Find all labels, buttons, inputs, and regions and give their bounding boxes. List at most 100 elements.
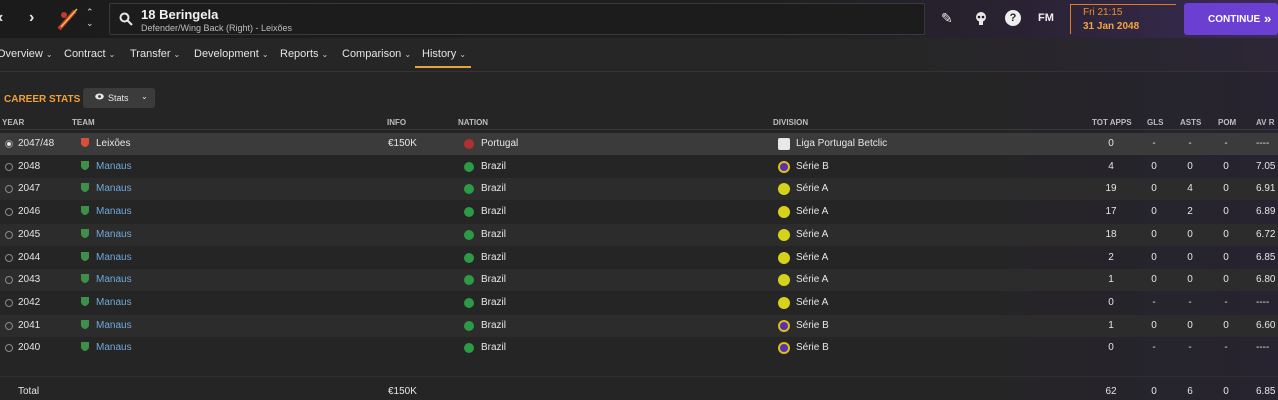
table-row[interactable]: 2041 Manaus Brazil Série B 1 0 0 0 6.60 bbox=[0, 314, 1278, 337]
year-cell: 2047/48 bbox=[18, 138, 55, 149]
tab-contract[interactable]: Contract ⌄ bbox=[64, 48, 115, 60]
back-arrow-icon[interactable]: ‹ bbox=[0, 9, 3, 27]
table-row[interactable]: 2046 Manaus Brazil Série A 17 0 2 0 6.89 bbox=[0, 201, 1278, 223]
table-row[interactable]: 2044 Manaus Brazil Série A 2 0 0 0 6.85 bbox=[0, 247, 1278, 269]
tab-transfer[interactable]: Transfer ⌄ bbox=[130, 48, 180, 60]
club-crest-icon[interactable] bbox=[55, 5, 81, 33]
search-icon[interactable] bbox=[119, 12, 133, 26]
continue-arrows-icon: » bbox=[1264, 11, 1272, 26]
row-radio[interactable] bbox=[5, 230, 13, 239]
division-cell[interactable]: Série A bbox=[796, 206, 828, 217]
division-cell[interactable]: Série B bbox=[796, 342, 829, 353]
table-row[interactable]: 2048 Manaus Brazil Série B 4 0 0 0 7.05 bbox=[0, 156, 1278, 178]
team-link[interactable]: Manaus bbox=[96, 161, 132, 172]
table-row[interactable]: 2045 Manaus Brazil Série A 18 0 0 0 6.72 bbox=[0, 223, 1278, 246]
division-cell[interactable]: Série A bbox=[796, 183, 828, 194]
section-title: CAREER STATS bbox=[4, 94, 81, 105]
nation-flag-icon bbox=[464, 184, 474, 195]
col-header-division[interactable]: DIVISION bbox=[773, 118, 808, 127]
gls-cell: 0 bbox=[1151, 274, 1157, 286]
table-row[interactable]: 2040 Manaus Brazil Série B 0- - - ---- bbox=[0, 337, 1278, 359]
scout-icon[interactable] bbox=[974, 11, 988, 25]
stats-view-dropdown[interactable]: Stats ⌄ bbox=[83, 88, 155, 108]
row-radio[interactable] bbox=[5, 140, 13, 148]
info-cell: €150K bbox=[388, 138, 417, 149]
club-badge-icon bbox=[81, 138, 89, 147]
help-icon[interactable]: ? bbox=[1005, 10, 1021, 26]
col-header-pom[interactable]: POM bbox=[1218, 118, 1236, 127]
row-radio[interactable] bbox=[5, 208, 13, 217]
league-logo-icon bbox=[778, 274, 790, 287]
player-cycle-icon[interactable]: ⌃ ⌄ bbox=[86, 7, 94, 29]
team-link[interactable]: Manaus bbox=[96, 206, 132, 217]
col-header-gls[interactable]: GLS bbox=[1147, 118, 1163, 127]
col-header-team[interactable]: TEAM bbox=[72, 118, 95, 127]
pom-cell: 0 bbox=[1223, 251, 1229, 263]
team-link[interactable]: Manaus bbox=[96, 342, 132, 353]
table-row[interactable]: 2047/48 Leixões €150K Portugal Liga Portugal… bbox=[0, 133, 1278, 155]
col-header-tot-apps[interactable]: TOT APPS bbox=[1092, 118, 1132, 127]
nation-cell[interactable]: Brazil bbox=[481, 274, 506, 285]
row-radio[interactable] bbox=[5, 162, 13, 171]
division-cell[interactable]: Série A bbox=[796, 274, 828, 285]
tab-overview[interactable]: Overview ⌄ bbox=[0, 48, 53, 60]
division-cell[interactable]: Série A bbox=[796, 252, 828, 263]
team-link[interactable]: Manaus bbox=[96, 274, 132, 285]
nation-cell[interactable]: Brazil bbox=[481, 252, 506, 263]
col-header-asts[interactable]: ASTS bbox=[1180, 118, 1201, 127]
team-link[interactable]: Manaus bbox=[96, 297, 132, 308]
tab-history[interactable]: History ⌄ bbox=[422, 48, 466, 60]
tab-development[interactable]: Development ⌄ bbox=[194, 48, 269, 60]
edit-pencil-icon[interactable]: ✎ bbox=[941, 10, 953, 27]
team-link[interactable]: Manaus bbox=[96, 252, 132, 263]
continue-button[interactable]: CONTINUE » bbox=[1184, 3, 1278, 35]
division-cell[interactable]: Série B bbox=[796, 320, 829, 331]
col-header-info[interactable]: INFO bbox=[387, 118, 406, 127]
chevron-down-icon: ⌄ bbox=[404, 50, 412, 59]
nation-flag-icon bbox=[464, 207, 474, 218]
fm-logo[interactable]: FM bbox=[1038, 12, 1054, 24]
team-link[interactable]: Manaus bbox=[96, 229, 132, 240]
col-header-year[interactable]: YEAR bbox=[2, 118, 24, 127]
division-cell[interactable]: Série A bbox=[796, 229, 828, 240]
team-link[interactable]: Manaus bbox=[96, 320, 132, 331]
nation-cell[interactable]: Brazil bbox=[481, 342, 506, 353]
row-radio[interactable] bbox=[5, 321, 13, 330]
row-radio[interactable] bbox=[5, 276, 13, 285]
nation-cell[interactable]: Brazil bbox=[481, 229, 506, 240]
row-radio[interactable] bbox=[5, 185, 13, 194]
apps-cell: 1 bbox=[1108, 319, 1114, 331]
nation-cell[interactable]: Brazil bbox=[481, 183, 506, 194]
game-date[interactable]: Fri 21:15 31 Jan 2048 bbox=[1070, 4, 1176, 34]
apps-cell: 2 bbox=[1108, 251, 1114, 263]
team-link[interactable]: Leixões bbox=[96, 138, 130, 149]
row-radio[interactable] bbox=[5, 298, 13, 307]
nation-cell[interactable]: Portugal bbox=[481, 138, 518, 149]
total-label: Total bbox=[18, 386, 40, 397]
table-row[interactable]: 2047 Manaus Brazil Série A 19 0 4 0 6.91 bbox=[0, 178, 1278, 201]
asts-cell: - bbox=[1188, 342, 1192, 354]
division-cell[interactable]: Série A bbox=[796, 297, 828, 308]
chevron-down-icon: ⌄ bbox=[261, 50, 269, 59]
club-badge-icon bbox=[81, 183, 89, 193]
asts-cell: 0 bbox=[1187, 319, 1193, 331]
player-header[interactable]: 18 Beringela Defender/Wing Back (Right) … bbox=[109, 3, 925, 35]
division-cell[interactable]: Liga Portugal Betclic bbox=[796, 138, 887, 149]
col-header-av-r[interactable]: AV R bbox=[1256, 118, 1275, 127]
table-row[interactable]: 2043 Manaus Brazil Série A 1 0 0 0 6.80 bbox=[0, 269, 1278, 292]
forward-arrow-icon[interactable]: › bbox=[29, 9, 34, 27]
header-divider bbox=[0, 129, 1278, 130]
pom-cell: - bbox=[1224, 342, 1228, 354]
team-link[interactable]: Manaus bbox=[96, 183, 132, 194]
nation-cell[interactable]: Brazil bbox=[481, 161, 506, 172]
division-cell[interactable]: Série B bbox=[796, 161, 829, 172]
nation-cell[interactable]: Brazil bbox=[481, 206, 506, 217]
tab-comparison[interactable]: Comparison ⌄ bbox=[342, 48, 411, 60]
table-row[interactable]: 2042 Manaus Brazil Série A 0- - - ---- bbox=[0, 292, 1278, 314]
nation-cell[interactable]: Brazil bbox=[481, 320, 506, 331]
row-radio[interactable] bbox=[5, 253, 13, 262]
row-radio[interactable] bbox=[5, 344, 13, 353]
col-header-nation[interactable]: NATION bbox=[458, 118, 488, 127]
tab-reports[interactable]: Reports ⌄ bbox=[280, 48, 328, 60]
nation-cell[interactable]: Brazil bbox=[481, 297, 506, 308]
